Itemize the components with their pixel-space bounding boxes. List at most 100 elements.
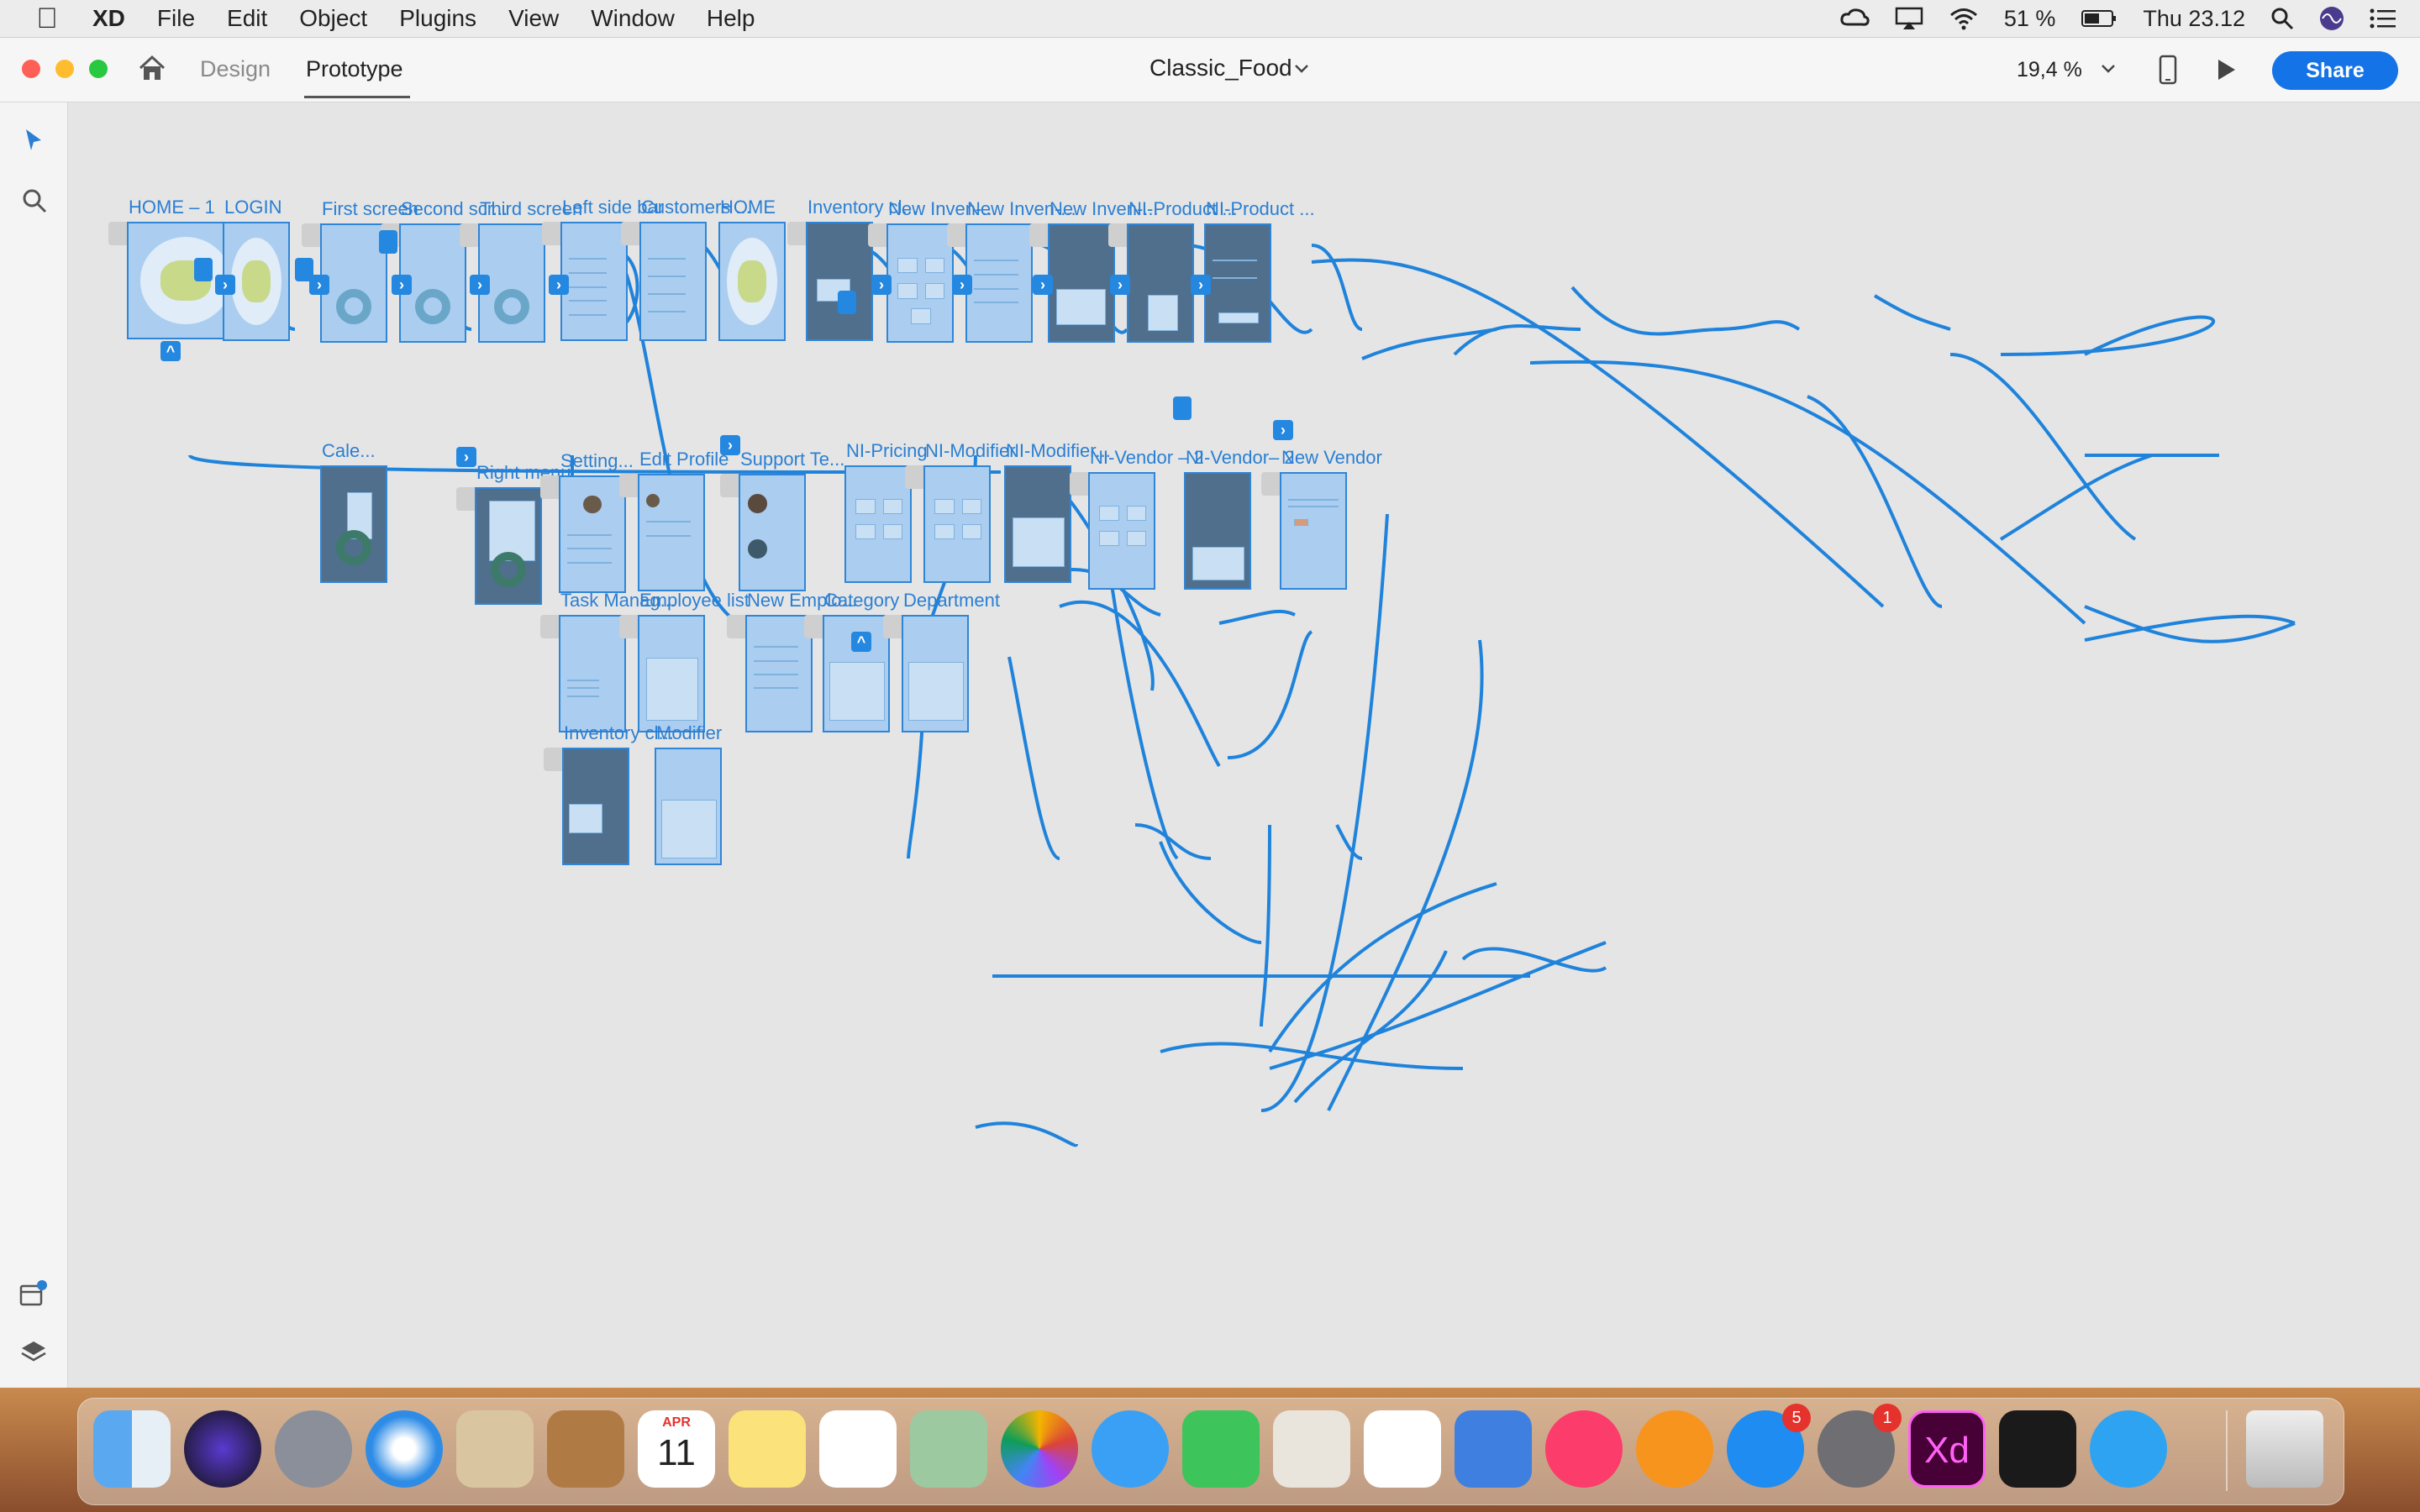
select-tool-icon[interactable] (24, 128, 44, 153)
apple-menu-icon[interactable]:  (30, 3, 64, 35)
navigate-arrow-icon[interactable]: › (215, 275, 235, 295)
hotspot-marker[interactable] (1173, 396, 1192, 420)
photos-icon[interactable] (1001, 1410, 1078, 1488)
contacts-icon[interactable] (547, 1410, 624, 1488)
artboard-first-screen[interactable]: First screen (302, 198, 418, 343)
artboard-department[interactable]: Department (883, 590, 1000, 732)
music-icon[interactable] (1545, 1410, 1623, 1488)
artboard-ni-pricing[interactable]: NI-Pricing (844, 440, 928, 583)
navigate-arrow-icon[interactable]: › (1273, 420, 1293, 440)
siri-dock-icon[interactable] (184, 1410, 261, 1488)
artboard-new-inventory-3[interactable]: New Inven-... (1029, 198, 1159, 343)
artboard-ni-vendor-2b[interactable]: NI-Vendor– 2 (1184, 447, 1295, 590)
artboard-task-manager[interactable]: Task Manag... (540, 590, 676, 732)
navigate-arrow-icon[interactable]: › (871, 275, 892, 295)
airplay-icon[interactable] (1895, 7, 1923, 30)
adobe-xd-icon[interactable]: Xd (1908, 1410, 1986, 1488)
menu-edit[interactable]: Edit (227, 5, 267, 32)
prototype-canvas[interactable]: HOME – 1 LOGIN First screen Second scr..… (68, 102, 2420, 1388)
share-button[interactable]: Share (2272, 51, 2398, 90)
artboard-employee-list[interactable]: Employee list (619, 590, 750, 732)
navigate-arrow-icon[interactable]: › (470, 275, 490, 295)
play-preview-icon[interactable] (2215, 58, 2237, 81)
menu-view[interactable]: View (508, 5, 559, 32)
notification-center-icon[interactable] (2370, 8, 2396, 29)
wifi-icon[interactable] (1949, 7, 1979, 30)
siri-icon[interactable] (2319, 6, 2344, 31)
device-preview-icon[interactable] (2158, 55, 2178, 85)
menubar-clock[interactable]: Thu 23.12 (2143, 6, 2245, 32)
navigate-arrow-icon[interactable]: › (1033, 275, 1053, 295)
hotspot-marker[interactable] (194, 258, 213, 281)
navigate-up-icon[interactable]: ^ (160, 341, 181, 361)
navigate-arrow-icon[interactable]: › (1191, 275, 1211, 295)
menu-app-name[interactable]: XD (92, 5, 125, 32)
artboard-customers[interactable]: Customers ... (621, 197, 751, 341)
navigate-arrow-icon[interactable]: › (952, 275, 972, 295)
menu-help[interactable]: Help (707, 5, 755, 32)
zoom-tool-icon[interactable] (22, 188, 47, 213)
artboard-calendar[interactable]: Cale... (320, 440, 387, 583)
zoom-level[interactable]: 19,4 % (2017, 58, 2082, 82)
menu-file[interactable]: File (157, 5, 195, 32)
zoom-window-button[interactable] (89, 60, 108, 78)
navigate-up-icon[interactable]: ^ (851, 632, 871, 652)
artboard-inventory-cl-2[interactable]: Inventory cl... (544, 722, 674, 865)
navigate-arrow-icon[interactable]: › (456, 447, 476, 467)
artboard-home[interactable]: HOME (718, 197, 786, 341)
hotspot-marker[interactable] (295, 258, 313, 281)
document-title[interactable]: Classic_Food (1150, 55, 1292, 81)
assets-panel-icon[interactable] (18, 1278, 49, 1309)
terminal-icon[interactable] (1999, 1410, 2076, 1488)
artboard-ni-modifier-2[interactable]: NI-Modifier... (1004, 440, 1111, 583)
navigate-arrow-icon[interactable]: › (392, 275, 412, 295)
artboard-edit-profile[interactable]: Edit Profile (619, 449, 729, 591)
spotlight-search-icon[interactable] (2270, 7, 2294, 30)
navigate-arrow-icon[interactable]: › (549, 275, 569, 295)
artboard-right-menu[interactable]: Right menu... (456, 462, 587, 605)
numbers-icon[interactable] (1364, 1410, 1441, 1488)
artboard-support-team[interactable]: Support Te... (720, 449, 844, 591)
artboard-modifier[interactable]: Modifier (655, 722, 722, 865)
trash-icon[interactable] (2246, 1410, 2323, 1488)
messages-icon[interactable] (1092, 1410, 1169, 1488)
artboard-left-side-bar[interactable]: Left side bar (542, 197, 664, 341)
close-window-button[interactable] (22, 60, 40, 78)
artboard-new-inventory-1[interactable]: New Inven-... (868, 198, 997, 343)
menu-window[interactable]: Window (591, 5, 675, 32)
mail-icon[interactable] (456, 1410, 534, 1488)
launchpad-icon[interactable] (275, 1410, 352, 1488)
artboard-new-employee[interactable]: New Emplo... (727, 590, 857, 732)
menu-plugins[interactable]: Plugins (399, 5, 476, 32)
quicktime-icon[interactable] (2090, 1410, 2167, 1488)
artboard-ni-product-2[interactable]: NI-Product ... (1204, 198, 1315, 343)
artboard-settings[interactable]: Setting... (540, 450, 634, 593)
home-icon[interactable] (138, 55, 166, 81)
layers-panel-icon[interactable] (20, 1339, 47, 1364)
artboard-ni-product-1[interactable]: NI-Product ... (1108, 198, 1238, 343)
system-preferences-icon[interactable]: 1 (1818, 1404, 1902, 1488)
artboard-new-inventory-2[interactable]: New Inven-... (947, 198, 1076, 343)
hotspot-marker[interactable] (379, 230, 397, 254)
notes-icon[interactable] (729, 1410, 806, 1488)
pages-icon[interactable] (1273, 1410, 1350, 1488)
maps-icon[interactable] (910, 1410, 987, 1488)
app-store-icon[interactable]: 5 (1727, 1404, 1811, 1488)
artboard-new-vendor[interactable]: New Vendor (1261, 447, 1382, 590)
reminders-icon[interactable] (819, 1410, 897, 1488)
tab-prototype[interactable]: Prototype (306, 56, 403, 82)
hotspot-marker[interactable] (838, 291, 856, 314)
battery-icon[interactable] (2081, 8, 2118, 29)
minimize-window-button[interactable] (55, 60, 74, 78)
books-icon[interactable] (1636, 1410, 1713, 1488)
navigate-arrow-icon[interactable]: › (1110, 275, 1130, 295)
facetime-icon[interactable] (1182, 1410, 1260, 1488)
artboard-ni-vendor-2a[interactable]: NI-Vendor – 2 (1070, 447, 1204, 590)
zoom-chevron-down-icon[interactable] (2101, 63, 2116, 75)
creative-cloud-icon[interactable] (1839, 8, 1870, 29)
chevron-down-icon[interactable] (1294, 63, 1309, 75)
tab-design[interactable]: Design (200, 56, 271, 82)
finder-icon[interactable] (93, 1410, 171, 1488)
artboard-inventory-cl[interactable]: Inventory cl... (787, 197, 918, 341)
artboard-ni-modifier[interactable]: NI-Modifier (905, 440, 1016, 583)
